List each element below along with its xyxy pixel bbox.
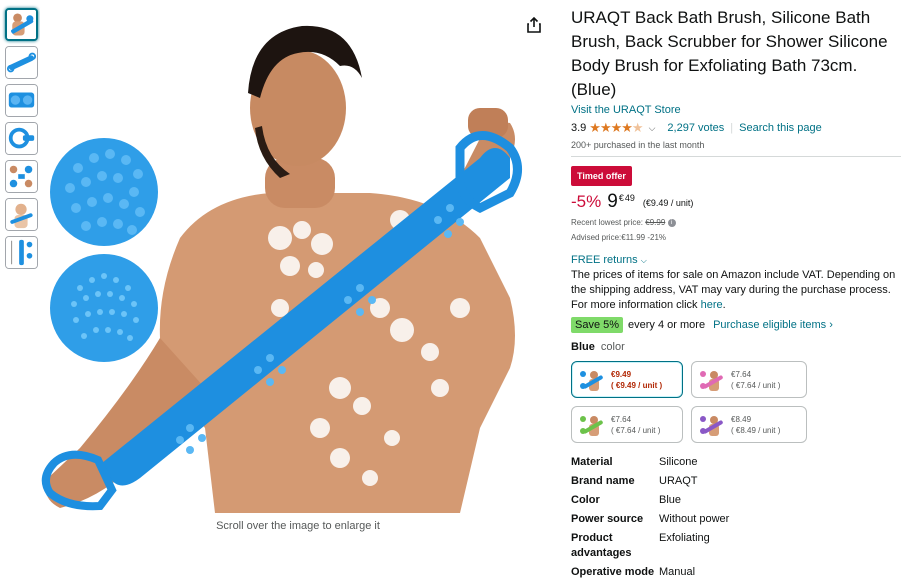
swatch-green[interactable]: €7.64( €7.64 / unit ) <box>571 406 683 443</box>
save-text: every 4 or more <box>628 319 706 331</box>
vat-notice: The prices of items for sale on Amazon i… <box>571 268 901 313</box>
swatch-purple[interactable]: €8.49( €8.49 / unit ) <box>691 406 807 443</box>
spec-key: Color <box>571 494 600 506</box>
zoom-hint: Scroll over the image to enlarge it <box>216 520 380 532</box>
deal-badge: Timed offer <box>571 166 632 186</box>
advised-discount: -21% <box>647 233 667 242</box>
swatch-blue-image <box>580 370 603 391</box>
purchase-eligible-link[interactable]: Purchase eligible items › <box>713 319 833 331</box>
unit-price: (€9.49 / unit) <box>642 198 694 208</box>
ratings-count-link[interactable]: 2,297 votes <box>667 122 724 134</box>
specs-table: Material Silicone Brand name URAQT Color Bl… <box>571 455 901 579</box>
discount-percent: -5% <box>571 192 602 211</box>
swatch-unit-price: ( €7.64 / unit ) <box>731 380 781 390</box>
silicone-closeup-top <box>50 138 158 246</box>
advised-label: Advised price: <box>571 233 622 242</box>
recent-lowest-price: Recent lowest price: €9.99 i <box>571 218 901 227</box>
spec-value: Blue <box>659 494 682 506</box>
swatch-green-image <box>580 415 603 436</box>
price-whole: 9 <box>607 191 618 212</box>
main-product-image[interactable] <box>40 8 552 513</box>
swatch-purple-image <box>700 415 723 436</box>
free-returns-label: FREE returns <box>571 254 638 266</box>
swatch-pink[interactable]: €7.64( €7.64 / unit ) <box>691 361 807 398</box>
thumbnail-brush-loop[interactable] <box>5 122 38 155</box>
spec-row: Power source Without power <box>571 512 901 527</box>
price-row: -5% 9 € 49 (€9.49 / unit) <box>571 192 901 212</box>
swatch-price: €7.64 <box>731 369 752 379</box>
advised-price: Advised price:€11.99 -21% <box>571 233 901 242</box>
spec-row: Material Silicone <box>571 455 901 470</box>
recent-lowest-value: €9.99 <box>645 218 666 227</box>
spec-value: Exfoliating <box>659 532 710 544</box>
spec-key: Material <box>571 456 613 468</box>
swatch-price: €7.64 <box>611 414 632 424</box>
thumbnail-brush-product[interactable] <box>5 46 38 79</box>
swatch-price: €9.49 <box>611 369 632 379</box>
selected-color-name: Blue <box>571 341 595 353</box>
rating-row: 3.9 ★★★★★ ⌵ 2,297 votes | Search this pa… <box>571 120 901 136</box>
recent-lowest-label: Recent lowest price: <box>571 218 644 227</box>
swatch-pink-image <box>700 370 723 391</box>
purchased-count: 200+ purchased in the last month <box>571 140 705 150</box>
color-selector-label: Blue color <box>571 341 901 353</box>
thumbnail-size-chart[interactable] <box>5 236 38 269</box>
store-link[interactable]: Visit the URAQT Store <box>571 104 901 116</box>
save-badge: Save 5% <box>571 317 624 333</box>
star-rating-icon[interactable]: ★★★★★ <box>589 120 643 136</box>
free-returns-link[interactable]: FREE returns ⌵ <box>571 254 901 266</box>
product-title: URAQT Back Bath Brush, Silicone Bath Bru… <box>571 8 888 99</box>
swatch-unit-price: ( €7.64 / unit ) <box>611 425 661 435</box>
color-swatches: €9.49( €9.49 / unit ) €7.64( €7.64 / uni… <box>571 361 901 443</box>
rating-value: 3.9 <box>571 122 587 134</box>
vat-here-link[interactable]: here <box>701 299 723 311</box>
thumbnail-woman-brush[interactable] <box>5 198 38 231</box>
divider <box>571 156 901 157</box>
swatch-unit-price: ( €9.49 / unit ) <box>611 380 663 390</box>
thumbnail-strip <box>5 8 39 274</box>
swatch-blue[interactable]: €9.49( €9.49 / unit ) <box>571 361 683 398</box>
thumbnail-man-brush[interactable] <box>5 8 38 41</box>
advised-value: €11.99 <box>621 233 646 242</box>
price-fraction: 49 <box>624 193 635 203</box>
product-info: URAQT Back Bath Brush, Silicone Bath Bru… <box>571 6 901 579</box>
share-icon[interactable] <box>525 16 543 34</box>
spec-value: Manual <box>659 566 696 578</box>
spec-value: URAQT <box>659 475 698 487</box>
vat-text: The prices of items for sale on Amazon i… <box>571 269 896 311</box>
spec-key: Power source <box>571 513 644 525</box>
subscribe-save-row: Save 5% every 4 or more Purchase eligibl… <box>571 317 901 333</box>
price-currency: € <box>618 193 624 203</box>
spec-row: Product advantages Exfoliating <box>571 531 901 561</box>
spec-row: Color Blue <box>571 493 901 508</box>
divider: | <box>730 122 734 134</box>
swatch-price: €8.49 <box>731 414 752 424</box>
spec-key: Product advantages <box>571 532 632 559</box>
silicone-closeup-bottom <box>50 254 158 362</box>
info-icon[interactable]: i <box>667 218 676 227</box>
color-label: color <box>600 341 625 353</box>
spec-row: Brand name URAQT <box>571 474 901 489</box>
swatch-unit-price: ( €8.49 / unit ) <box>731 425 781 435</box>
chevron-down-icon[interactable]: ⌵ <box>649 123 656 134</box>
search-this-page-link[interactable]: Search this page <box>739 122 822 134</box>
vat-period: . <box>722 299 726 311</box>
spec-value: Silicone <box>659 456 698 468</box>
thumbnail-features[interactable] <box>5 160 38 193</box>
spec-value: Without power <box>659 513 730 525</box>
chevron-down-icon: ⌵ <box>640 256 647 265</box>
thumbnail-silicone-closeup[interactable] <box>5 84 38 117</box>
spec-key: Brand name <box>571 475 635 487</box>
spec-row: Operative mode Manual <box>571 565 901 579</box>
spec-key: Operative mode <box>571 566 655 578</box>
